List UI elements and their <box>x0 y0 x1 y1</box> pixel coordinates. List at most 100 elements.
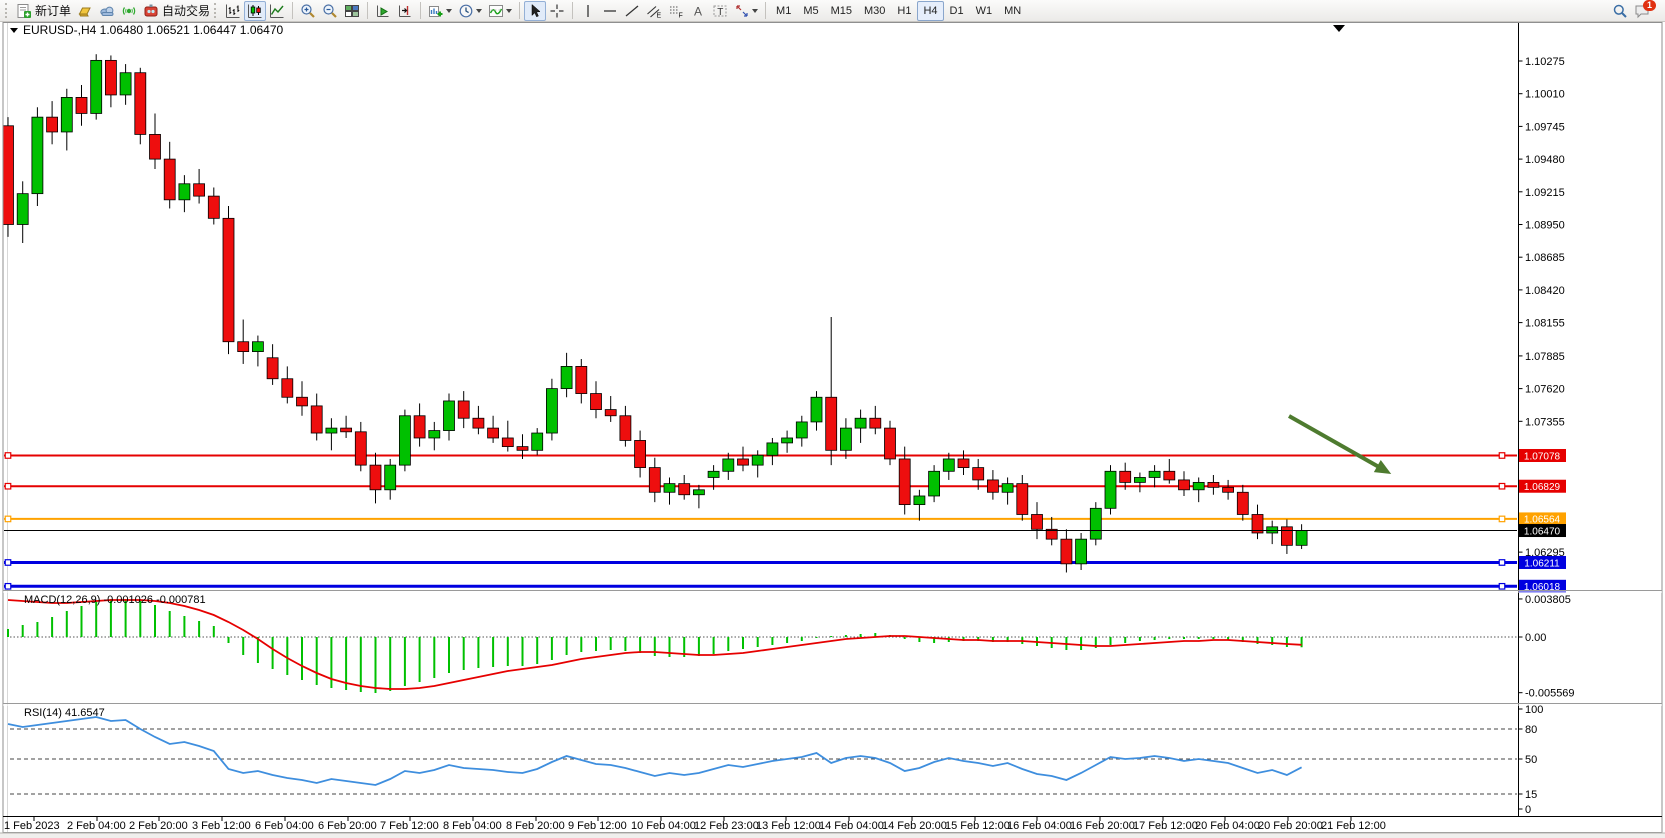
candlestick-mode-button[interactable] <box>244 1 266 21</box>
level-line-handle[interactable] <box>1499 584 1505 590</box>
text-label-icon: T <box>712 3 728 19</box>
timeframe-m5-button[interactable]: M5 <box>797 1 824 21</box>
auto-scroll-button[interactable] <box>372 1 394 21</box>
arrows-tool-button[interactable] <box>731 1 761 21</box>
cursor-icon <box>527 3 543 19</box>
candle-body <box>708 471 719 477</box>
toolbar-separator <box>420 2 421 19</box>
cursor-tool-button[interactable] <box>524 1 546 21</box>
level-line-handle[interactable] <box>1499 453 1505 459</box>
price-tag: 1.06211 <box>1519 556 1566 569</box>
candle-body <box>370 465 381 490</box>
gold-button[interactable] <box>74 1 96 21</box>
zoom-in-button[interactable] <box>297 1 319 21</box>
crosshair-tool-button[interactable] <box>546 1 568 21</box>
timeframe-w1-button[interactable]: W1 <box>970 1 999 21</box>
timeframe-m30-button[interactable]: M30 <box>858 1 891 21</box>
chart-shift-button[interactable] <box>394 1 416 21</box>
notifications-button[interactable]: 1 <box>1631 1 1653 21</box>
fibonacci-tool-button[interactable]: F <box>665 1 687 21</box>
autotrading-button[interactable]: 自动交易 <box>140 1 213 21</box>
candle-body <box>855 418 866 428</box>
level-line-handle[interactable] <box>5 483 11 489</box>
text-tool-button[interactable]: A <box>687 1 709 21</box>
candle-body <box>929 471 940 496</box>
status-bar <box>0 833 1665 838</box>
time-tick-label: 8 Feb 04:00 <box>443 820 502 832</box>
candle-body <box>649 468 660 493</box>
candle-body <box>326 428 337 433</box>
equidistant-channel-tool-button[interactable]: E <box>643 1 665 21</box>
timeframe-d1-button[interactable]: D1 <box>944 1 970 21</box>
candle-body <box>679 484 690 495</box>
vertical-line-icon <box>580 3 596 19</box>
indicators-button[interactable] <box>485 1 515 21</box>
level-line-handle[interactable] <box>1499 560 1505 566</box>
candlestick-icon <box>247 3 263 19</box>
line-chart-mode-button[interactable] <box>266 1 288 21</box>
timeframe-h1-button[interactable]: H1 <box>891 1 917 21</box>
candle-body <box>311 406 322 433</box>
time-tick-label: 7 Feb 12:00 <box>380 820 439 832</box>
level-line-handle[interactable] <box>1499 516 1505 522</box>
text-label-tool-button[interactable]: T <box>709 1 731 21</box>
timeframe-mn-button[interactable]: MN <box>998 1 1027 21</box>
price-tick-label: 1.09480 <box>1525 154 1565 166</box>
auto-scroll-icon <box>375 3 391 19</box>
time-tick-label: 14 Feb 20:00 <box>882 820 947 832</box>
new-order-label: 新订单 <box>35 2 71 19</box>
candle-body <box>179 184 190 200</box>
svg-text:1.06211: 1.06211 <box>1524 558 1560 569</box>
search-button[interactable] <box>1609 1 1631 21</box>
price-tick-label: 1.08950 <box>1525 219 1565 231</box>
candle-body <box>958 459 969 468</box>
candle-body <box>1105 471 1116 508</box>
autotrading-label: 自动交易 <box>162 2 210 19</box>
candle-body <box>591 394 602 410</box>
svg-text:1.06829: 1.06829 <box>1524 482 1561 493</box>
rsi-tick-label: 80 <box>1525 724 1537 736</box>
toolbar-grip[interactable] <box>5 3 10 18</box>
zoom-out-button[interactable] <box>319 1 341 21</box>
timeframe-m15-button[interactable]: M15 <box>825 1 858 21</box>
time-axis[interactable]: 1 Feb 20232 Feb 04:002 Feb 20:003 Feb 12… <box>4 817 1386 832</box>
community-button[interactable] <box>96 1 118 21</box>
toolbar-grip[interactable] <box>214 3 219 18</box>
candle-body <box>105 60 116 95</box>
level-line-handle[interactable] <box>5 584 11 590</box>
candle-body <box>297 397 308 406</box>
chart-title[interactable]: EURUSD-,H4 1.06480 1.06521 1.06447 1.064… <box>10 23 284 37</box>
chart-window[interactable]: EURUSD-,H4 1.06480 1.06521 1.06447 1.064… <box>0 22 1665 838</box>
timeframe-m1-button[interactable]: M1 <box>770 1 797 21</box>
trendline-tool-button[interactable] <box>621 1 643 21</box>
horizontal-line-tool-button[interactable] <box>599 1 621 21</box>
main-toolbar: 新订单 <box>0 0 1665 22</box>
candle-body <box>840 428 851 450</box>
candle-body <box>987 480 998 492</box>
chart-shift-icon <box>397 3 413 19</box>
level-line-handle[interactable] <box>5 516 11 522</box>
indicators-icon <box>488 3 504 19</box>
candle-body <box>1193 482 1204 489</box>
candle-body <box>1237 492 1248 514</box>
notification-badge: 1 <box>1643 0 1656 11</box>
level-line-handle[interactable] <box>1499 483 1505 489</box>
tile-windows-button[interactable] <box>341 1 363 21</box>
signals-button[interactable] <box>118 1 140 21</box>
time-tick-label: 14 Feb 04:00 <box>819 820 884 832</box>
time-tick-label: 10 Feb 04:00 <box>631 820 696 832</box>
rsi-tick-label: 50 <box>1525 754 1537 766</box>
timeframe-h4-button[interactable]: H4 <box>917 1 943 21</box>
level-line-handle[interactable] <box>5 560 11 566</box>
chart-canvas[interactable]: EURUSD-,H4 1.06480 1.06521 1.06447 1.064… <box>0 22 1665 838</box>
candle-body <box>414 416 425 438</box>
periods-button[interactable] <box>455 1 485 21</box>
candle-body <box>473 418 484 428</box>
level-line-handle[interactable] <box>5 453 11 459</box>
bar-chart-mode-button[interactable] <box>222 1 244 21</box>
new-chart-button[interactable] <box>425 1 455 21</box>
vertical-line-tool-button[interactable] <box>577 1 599 21</box>
broadcast-icon <box>121 3 137 19</box>
new-order-icon <box>16 3 32 19</box>
new-order-button[interactable]: 新订单 <box>13 1 74 21</box>
